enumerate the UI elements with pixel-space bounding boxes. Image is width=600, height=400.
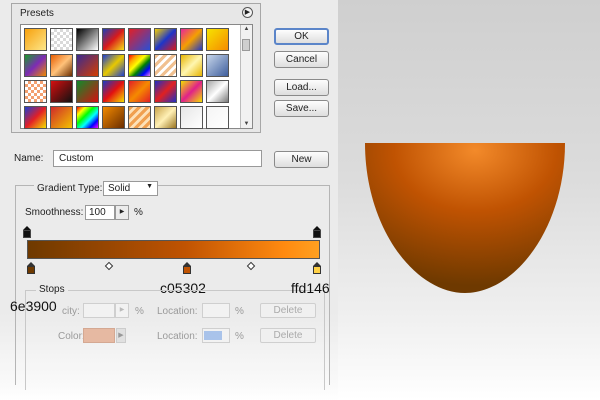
color-location-unit: % xyxy=(235,331,244,342)
smoothness-input[interactable]: 100 xyxy=(85,205,115,220)
preset-swatch[interactable] xyxy=(24,28,47,51)
preset-swatch[interactable] xyxy=(76,28,99,51)
stop-label-ffd146: ffd146 xyxy=(291,280,330,296)
cancel-button[interactable]: Cancel xyxy=(274,51,329,68)
opacity-unit: % xyxy=(135,306,144,317)
presets-title: Presets xyxy=(20,8,54,19)
bowl-shape xyxy=(365,143,565,293)
stop-color-swatch[interactable] xyxy=(83,328,115,343)
color-stop-swatch xyxy=(27,266,35,274)
preset-swatch[interactable] xyxy=(50,28,73,51)
color-delete-button[interactable]: Delete xyxy=(260,328,316,343)
name-label: Name: xyxy=(14,153,44,164)
preset-swatch[interactable] xyxy=(128,106,151,129)
color-stop-swatch xyxy=(313,266,321,274)
presets-grid-container: ▲ ▼ xyxy=(20,24,253,129)
preset-swatch[interactable] xyxy=(154,106,177,129)
scroll-thumb[interactable] xyxy=(242,39,250,51)
opacity-stop-swatch xyxy=(23,230,31,238)
color-stop-2[interactable] xyxy=(183,262,191,274)
stops-label: Stops xyxy=(36,284,68,295)
opacity-delete-button[interactable]: Delete xyxy=(260,303,316,318)
presets-swatch-grid xyxy=(24,28,229,129)
opacity-stop-right[interactable] xyxy=(313,226,321,238)
color-stop-swatch xyxy=(183,266,191,274)
presets-menu-arrow-icon[interactable]: ▶ xyxy=(242,7,253,18)
presets-scrollbar[interactable]: ▲ ▼ xyxy=(240,25,252,128)
opacity-input[interactable] xyxy=(83,303,115,318)
preset-swatch[interactable] xyxy=(128,28,151,51)
opacity-arrow-icon[interactable]: ▶ xyxy=(115,303,129,318)
gradient-type-value: Solid xyxy=(108,183,131,194)
preset-swatch[interactable] xyxy=(128,80,151,103)
color-stop-3[interactable] xyxy=(313,262,321,274)
bowl-preview xyxy=(365,143,565,293)
smoothness-label: Smoothness: xyxy=(25,207,84,218)
preset-swatch[interactable] xyxy=(102,54,125,77)
preset-swatch[interactable] xyxy=(24,80,47,103)
opacity-label: city: xyxy=(62,306,80,317)
smoothness-unit: % xyxy=(134,207,143,218)
opacity-location-input[interactable] xyxy=(202,303,230,318)
preset-swatch[interactable] xyxy=(50,54,73,77)
save-button[interactable]: Save... xyxy=(274,100,329,117)
preset-swatch[interactable] xyxy=(76,54,99,77)
stop-label-6e3900: 6e3900 xyxy=(10,298,57,314)
preset-swatch[interactable] xyxy=(76,80,99,103)
preset-swatch[interactable] xyxy=(180,54,203,77)
preset-swatch[interactable] xyxy=(154,28,177,51)
gradient-type-select[interactable]: Solid ▼ xyxy=(103,181,158,196)
color-arrow-icon[interactable]: ▶ xyxy=(116,328,126,343)
opacity-location-label: Location: xyxy=(157,306,198,317)
preset-swatch[interactable] xyxy=(24,54,47,77)
preset-swatch[interactable] xyxy=(50,80,73,103)
preset-swatch[interactable] xyxy=(206,28,229,51)
smoothness-arrow-icon[interactable]: ▶ xyxy=(115,205,129,220)
ok-button[interactable]: OK xyxy=(274,28,329,45)
preset-swatch[interactable] xyxy=(180,106,203,129)
color-location-label: Location: xyxy=(157,331,198,342)
preset-swatch[interactable] xyxy=(102,80,125,103)
opacity-stop-swatch xyxy=(313,230,321,238)
preset-swatch[interactable] xyxy=(180,80,203,103)
preset-swatch[interactable] xyxy=(154,54,177,77)
preset-swatch[interactable] xyxy=(180,28,203,51)
color-stop-1[interactable] xyxy=(27,262,35,274)
preset-swatch[interactable] xyxy=(206,106,229,129)
presets-panel: Presets ▶ ▲ ▼ xyxy=(11,3,261,133)
new-button[interactable]: New xyxy=(274,151,329,168)
chevron-down-icon: ▼ xyxy=(146,183,153,190)
preset-swatch[interactable] xyxy=(154,80,177,103)
preset-swatch[interactable] xyxy=(24,106,47,129)
preset-swatch[interactable] xyxy=(206,54,229,77)
scroll-up-icon[interactable]: ▲ xyxy=(241,26,252,32)
preset-swatch[interactable] xyxy=(206,80,229,103)
gradient-bar[interactable] xyxy=(27,240,320,259)
name-input[interactable]: Custom xyxy=(53,150,262,167)
color-location-value: 50 xyxy=(204,331,222,341)
preset-swatch[interactable] xyxy=(102,28,125,51)
gradient-editor-dialog: Presets ▶ ▲ ▼ OK Cancel Load... Save... … xyxy=(0,0,338,400)
load-button[interactable]: Load... xyxy=(274,79,329,96)
scroll-down-icon[interactable]: ▼ xyxy=(241,121,252,127)
opacity-stop-left[interactable] xyxy=(23,226,31,238)
preset-swatch[interactable] xyxy=(102,106,125,129)
preset-swatch[interactable] xyxy=(50,106,73,129)
preset-swatch[interactable] xyxy=(76,106,99,129)
opacity-location-unit: % xyxy=(235,306,244,317)
gradient-type-label: Gradient Type: xyxy=(34,183,106,194)
color-label: Color: xyxy=(58,331,85,342)
preset-swatch[interactable] xyxy=(128,54,151,77)
